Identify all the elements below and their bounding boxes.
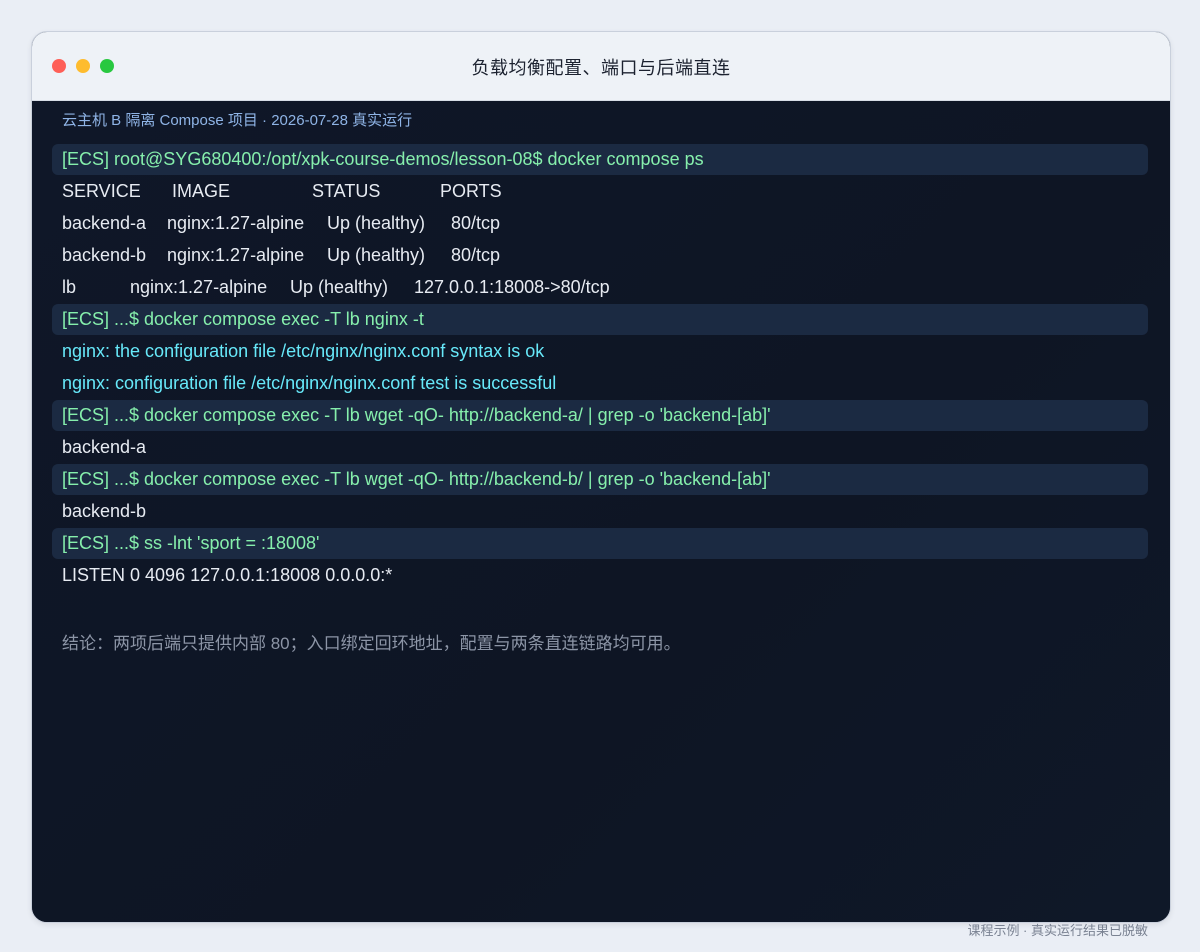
conclusion-text: 结论：两项后端只提供内部 80；入口绑定回环地址，配置与两条直连链路均可用。 [62, 634, 681, 653]
row-service: backend-b [62, 245, 147, 265]
row-service: backend-a [62, 213, 147, 233]
command-line-nginx-test: [ECS] ...$ docker compose exec -T lb ngi… [52, 304, 1148, 335]
ps-table-row: backend-a nginx:1.27-alpine Up (healthy)… [52, 208, 1148, 239]
window-title: 负载均衡配置、端口与后端直连 [471, 58, 731, 78]
terminal-window: 负载均衡配置、端口与后端直连 云主机 B 隔离 Compose 项目 · 202… [31, 31, 1171, 923]
output-backend-a: backend-a [62, 437, 147, 457]
command-line-wget-backend-a: [ECS] ...$ docker compose exec -T lb wge… [52, 400, 1148, 431]
nginx-output-test: nginx: configuration file /etc/nginx/ngi… [62, 373, 557, 393]
row-status: Up (healthy) [327, 245, 426, 265]
footer-note: 课程示例 · 真实运行结果已脱敏 [967, 923, 1148, 938]
row-status: Up (healthy) [327, 213, 426, 233]
row-ports: 80/tcp [451, 245, 501, 265]
header-status: STATUS [312, 181, 381, 201]
header-ports: PORTS [440, 181, 502, 201]
command-line-ss: [ECS] ...$ ss -lnt 'sport = :18008' [52, 528, 1148, 559]
row-ports: 80/tcp [451, 213, 501, 233]
terminal-subheader: 云主机 B 隔离 Compose 项目 · 2026-07-28 真实运行 [62, 112, 413, 129]
ps-table-row: backend-b nginx:1.27-alpine Up (healthy)… [52, 240, 1148, 271]
row-service: lb [62, 277, 77, 297]
title-bar: 负载均衡配置、端口与后端直连 [32, 32, 1170, 101]
row-ports: 127.0.0.1:18008->80/tcp [414, 277, 610, 297]
header-image: IMAGE [172, 181, 231, 201]
ps-table-header-row: SERVICE IMAGE STATUS PORTS [52, 176, 1148, 207]
output-backend-b: backend-b [62, 501, 147, 521]
command-line-wget-backend-b: [ECS] ...$ docker compose exec -T lb wge… [52, 464, 1148, 495]
row-status: Up (healthy) [290, 277, 389, 297]
header-service: SERVICE [62, 181, 141, 201]
row-image: nginx:1.27-alpine [167, 213, 305, 233]
command-line-compose-ps: [ECS] root@SYG680400:/opt/xpk-course-dem… [52, 144, 1148, 175]
output-ss-listen: LISTEN 0 4096 127.0.0.1:18008 0.0.0.0:* [62, 565, 393, 585]
row-image: nginx:1.27-alpine [130, 277, 268, 297]
terminal-body: 云主机 B 隔离 Compose 项目 · 2026-07-28 真实运行 [E… [32, 101, 1170, 922]
row-image: nginx:1.27-alpine [167, 245, 305, 265]
nginx-output-syntax: nginx: the configuration file /etc/nginx… [62, 341, 545, 361]
ps-table-row: lb nginx:1.27-alpine Up (healthy) 127.0.… [52, 272, 1148, 303]
